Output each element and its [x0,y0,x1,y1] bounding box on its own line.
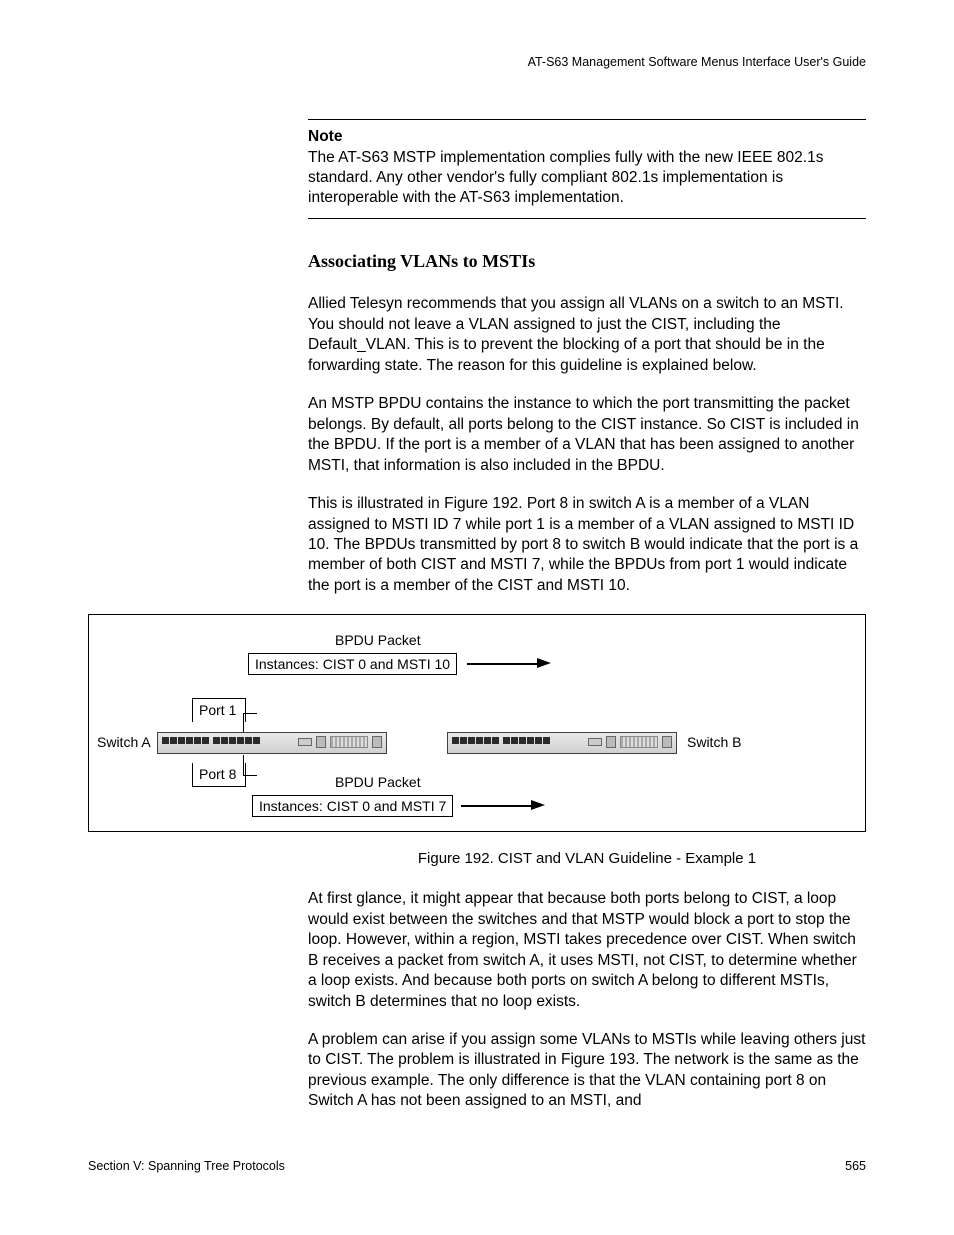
bpdu-instances-box-top: Instances: CIST 0 and MSTI 10 [248,653,457,675]
paragraph: At first glance, it might appear that be… [308,889,866,1012]
subheading-associating-vlans: Associating VLANs to MSTIs [308,251,866,272]
content-column: At first glance, it might appear that be… [308,889,866,1112]
content-column: Note The AT-S63 MSTP implementation comp… [308,119,866,596]
arrow-line-top [467,663,537,665]
bpdu-packet-label-bottom: BPDU Packet [335,775,421,790]
note-label: Note [308,128,866,146]
note-box: Note The AT-S63 MSTP implementation comp… [308,119,866,219]
figure-192: BPDU Packet Instances: CIST 0 and MSTI 1… [88,614,866,832]
page-footer: Section V: Spanning Tree Protocols 565 [88,1159,866,1173]
bpdu-instances-box-bottom: Instances: CIST 0 and MSTI 7 [252,795,453,817]
switch-a-icon [157,732,387,754]
switch-b-label: Switch B [687,735,741,750]
arrow-head-bottom-icon [531,800,545,810]
bpdu-packet-label-top: BPDU Packet [335,633,421,648]
paragraph: This is illustrated in Figure 192. Port … [308,494,866,596]
port1-label-box [192,698,246,722]
footer-section: Section V: Spanning Tree Protocols [88,1159,285,1173]
paragraph: Allied Telesyn recommends that you assig… [308,294,866,376]
page: AT-S63 Management Software Menus Interfa… [0,0,954,1235]
port8-label-box [192,763,246,787]
paragraph: A problem can arise if you assign some V… [308,1030,866,1112]
arrow-line-bottom [461,805,531,807]
arrow-head-top-icon [537,658,551,668]
switch-a-label: Switch A [97,735,151,750]
switch-b-icon [447,732,677,754]
running-header: AT-S63 Management Software Menus Interfa… [88,55,866,69]
figure-caption: Figure 192. CIST and VLAN Guideline - Ex… [308,850,866,867]
paragraph: An MSTP BPDU contains the instance to wh… [308,394,866,476]
note-text: The AT-S63 MSTP implementation complies … [308,148,866,208]
page-number: 565 [845,1159,866,1173]
